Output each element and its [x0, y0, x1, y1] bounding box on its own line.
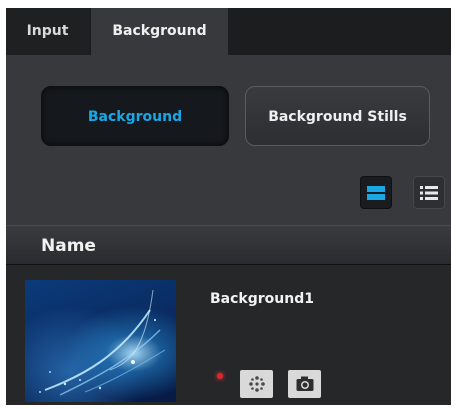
camera-icon	[296, 376, 313, 391]
background-thumbnail	[25, 280, 176, 402]
tab-input[interactable]: Input	[6, 8, 89, 55]
background-filter-button[interactable]: Background	[41, 86, 229, 146]
app-frame: Input Background Background Background S…	[6, 8, 451, 405]
list-view-button[interactable]	[413, 176, 445, 209]
tile-view-button[interactable]	[360, 176, 392, 209]
snapshot-button[interactable]	[288, 370, 321, 398]
effect-button[interactable]	[240, 370, 273, 398]
background-list: Background1	[6, 265, 451, 405]
status-indicator	[217, 373, 223, 379]
name-column-header[interactable]: Name	[6, 225, 451, 265]
tab-background[interactable]: Background	[91, 8, 228, 55]
background-stills-filter-button[interactable]: Background Stills	[245, 86, 430, 146]
list-item-name: Background1	[210, 291, 314, 307]
column-header-label: Name	[41, 236, 96, 256]
tab-bar: Input Background	[6, 8, 451, 55]
list-item[interactable]: Background1	[6, 265, 451, 405]
filter-panel: Background Background Stills	[6, 55, 451, 225]
list-view-icon	[420, 186, 438, 200]
effect-icon	[248, 376, 265, 392]
tile-view-icon	[367, 186, 385, 200]
